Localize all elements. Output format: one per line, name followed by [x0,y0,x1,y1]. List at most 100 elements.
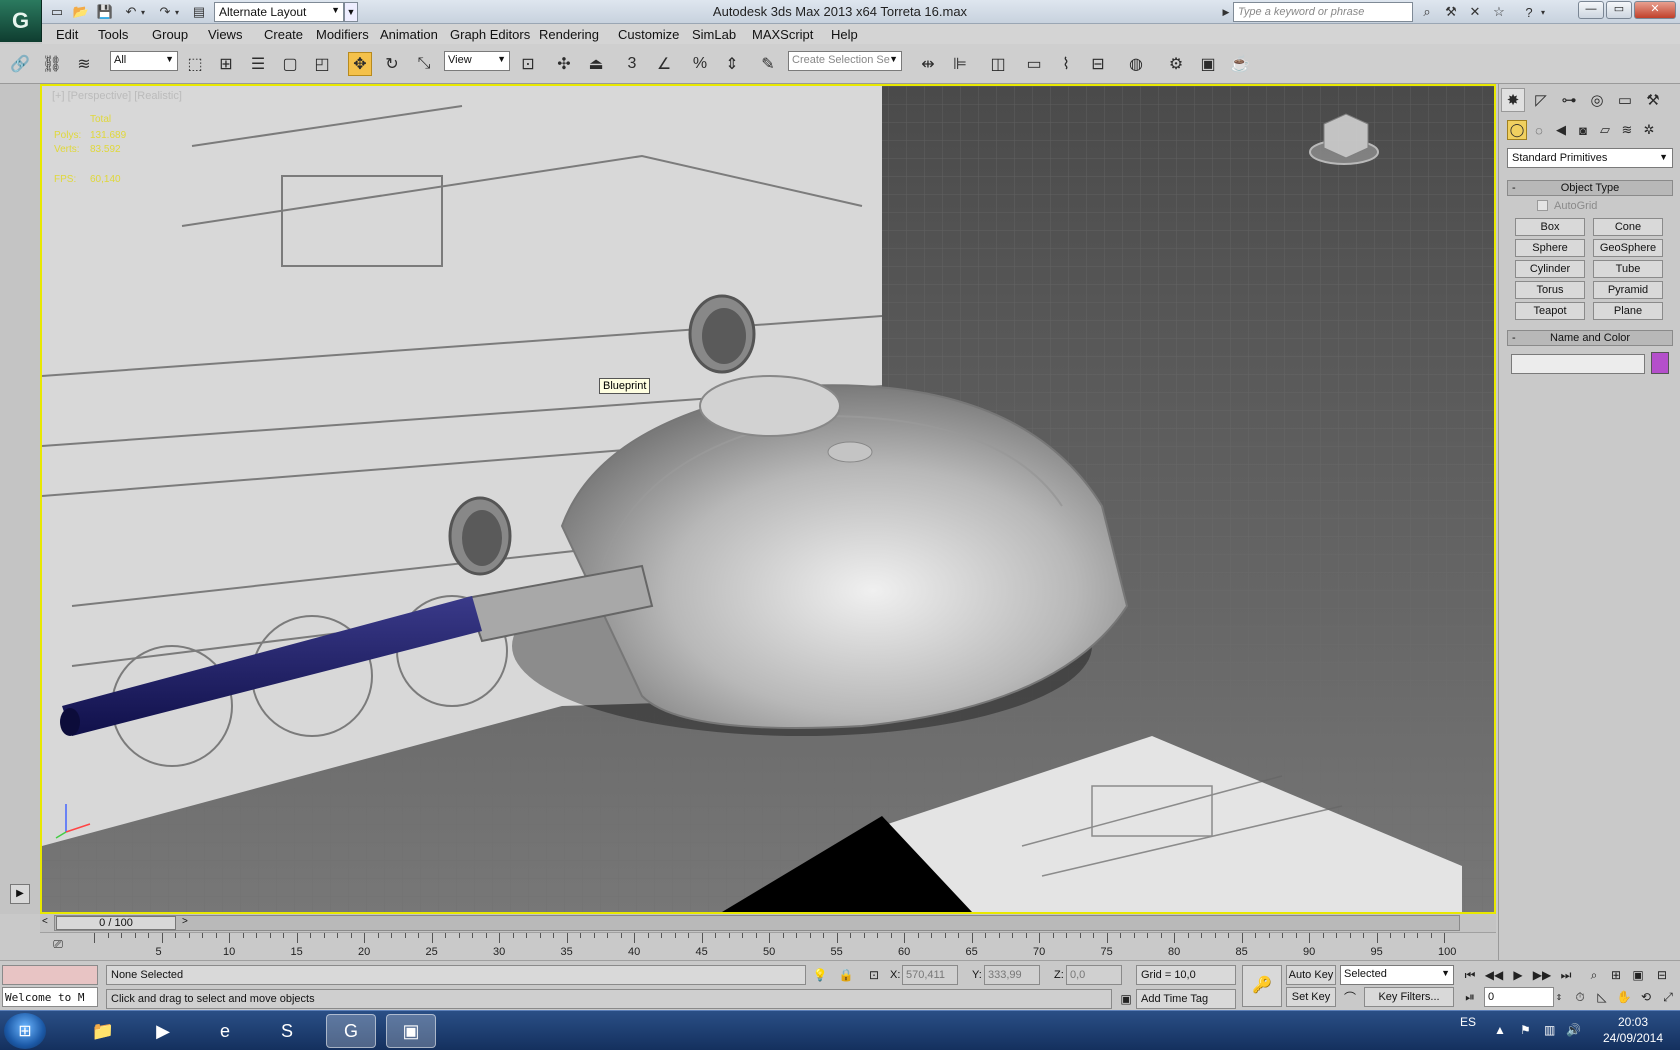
lights-category-icon[interactable]: ◀ [1551,120,1571,140]
minimize-button[interactable]: — [1578,1,1604,19]
communication-center-icon[interactable]: ✕ [1466,3,1484,21]
pyramid-button[interactable]: Pyramid [1593,281,1663,299]
maximize-button[interactable]: ▭ [1606,1,1632,19]
previous-frame-icon[interactable]: ◀◀ [1484,965,1504,985]
menu-group[interactable]: Group [152,27,188,42]
menu-create[interactable]: Create [264,27,303,42]
menu-tools[interactable]: Tools [98,27,128,42]
cameras-category-icon[interactable]: ◙ [1573,120,1593,140]
keyboard-shortcut-override-icon[interactable]: ⏏ [584,52,608,76]
autogrid-checkbox[interactable]: AutoGrid [1537,200,1597,212]
geosphere-button[interactable]: GeoSphere [1593,239,1663,257]
modify-tab-icon[interactable]: ◸ [1529,88,1553,112]
unlink-selection-icon[interactable]: ⛓ [40,52,64,76]
start-button[interactable]: ⊞ [4,1013,46,1049]
create-tab-icon[interactable]: ✸ [1501,88,1525,112]
help-dropdown-icon[interactable]: ▾ [1538,3,1548,21]
binoculars-icon[interactable]: ⌕ [1418,3,1436,21]
subscription-icon[interactable]: ⚒ [1442,3,1460,21]
perspective-viewport[interactable]: [+] [Perspective] [Realistic] Total Poly… [40,84,1496,914]
time-slider-prev-icon[interactable]: < [42,916,48,927]
selection-lock-icon[interactable]: 🔒 [836,965,856,985]
time-slider-thumb[interactable]: 0 / 100 [56,916,176,930]
redo-dropdown-icon[interactable]: ▾ [172,3,182,21]
default-tangents-icon[interactable]: ⌒ [1340,987,1360,1007]
system-clock[interactable]: 20:03 24/09/2014 [1590,1014,1676,1046]
open-file-icon[interactable]: 📂 [72,3,90,21]
time-configuration-icon[interactable]: ⏱ [1570,987,1590,1007]
application-menu-button[interactable]: G [0,0,42,42]
spinner-snap-icon[interactable]: ⇕ [720,52,744,76]
show-hidden-icons-icon[interactable]: ▲ [1494,1023,1506,1037]
viewcube[interactable] [1304,112,1384,168]
select-and-move-icon[interactable]: ✥ [348,52,372,76]
rendered-frame-window-icon[interactable]: ▣ [1196,52,1220,76]
time-slider-next-icon[interactable]: > [182,916,188,927]
torus-button[interactable]: Torus [1515,281,1585,299]
go-to-start-icon[interactable]: ⏮ [1460,965,1480,985]
frame-spinner-icon[interactable]: ⇕ [1554,987,1564,1007]
space-warps-category-icon[interactable]: ≋ [1617,120,1637,140]
viewport-label[interactable]: [+] [Perspective] [Realistic] [52,90,182,102]
menu-help[interactable]: Help [831,27,858,42]
selection-region-icon[interactable]: ☰ [246,52,270,76]
next-frame-icon[interactable]: ▶▶ [1532,965,1552,985]
z-coordinate-input[interactable]: 0,0 [1066,965,1122,985]
motion-tab-icon[interactable]: ◎ [1585,88,1609,112]
maximize-viewport-icon[interactable]: ⤢ [1658,987,1678,1007]
window-crossing-icon[interactable]: ◰ [310,52,334,76]
select-and-link-icon[interactable]: 🔗 [8,52,32,76]
help-icon[interactable]: ? [1520,3,1538,21]
quick-access-dropdown-icon[interactable]: ▼ [344,2,358,22]
zoom-all-icon[interactable]: ⊞ [1606,965,1626,985]
go-to-end-icon[interactable]: ⏭ [1556,965,1576,985]
display-tab-icon[interactable]: ▭ [1613,88,1637,112]
favorites-star-icon[interactable]: ☆ [1490,3,1508,21]
teapot-button[interactable]: Teapot [1515,302,1585,320]
select-and-scale-icon[interactable]: ⤡ [412,52,436,76]
object-color-swatch[interactable] [1651,352,1669,374]
set-keys-key-icon[interactable]: 🔑 [1242,965,1282,1007]
geometry-category-icon[interactable]: ◯ [1507,120,1527,140]
network-icon[interactable]: ▥ [1544,1023,1555,1037]
zoom-extents-icon[interactable]: ▣ [1628,965,1648,985]
undo-dropdown-icon[interactable]: ▾ [138,3,148,21]
taskbar-skype-icon[interactable]: S [262,1014,312,1048]
object-type-rollout[interactable]: - Object Type [1507,180,1673,196]
menu-customize[interactable]: Customize [618,27,679,42]
volume-icon[interactable]: 🔊 [1566,1023,1581,1037]
taskbar-3dsmax-icon[interactable]: G [326,1014,376,1048]
isolate-selection-icon[interactable]: 💡 [810,965,830,985]
rectangular-selection-icon[interactable]: ▢ [278,52,302,76]
box-button[interactable]: Box [1515,218,1585,236]
menu-edit[interactable]: Edit [56,27,78,42]
key-mode-select[interactable]: Selected ▼ [1340,965,1454,985]
render-production-icon[interactable]: ☕ [1228,52,1252,76]
menu-animation[interactable]: Animation [380,27,438,42]
angle-snap-icon[interactable]: ∠ [652,52,676,76]
reference-coordinate-select[interactable]: View ▼ [444,51,510,71]
plane-button[interactable]: Plane [1593,302,1663,320]
menu-graph-editors[interactable]: Graph Editors [450,27,530,42]
object-category-select[interactable]: Standard Primitives ▼ [1507,148,1673,168]
snaps-toggle-icon[interactable]: 3 [620,52,644,76]
maxscript-listener-input[interactable]: Welcome to M [2,987,98,1007]
auto-key-button[interactable]: Auto Key [1286,965,1336,985]
schematic-view-icon[interactable]: ⊟ [1086,52,1110,76]
helpers-category-icon[interactable]: ▱ [1595,120,1615,140]
orbit-icon[interactable]: ⟲ [1636,987,1656,1007]
curve-editor-mini-icon[interactable]: ⎚ [46,937,70,955]
language-indicator[interactable]: ES [1460,1015,1476,1029]
time-tag-icon[interactable]: ▣ [1116,989,1136,1009]
curve-editor-icon[interactable]: ⌇ [1054,52,1078,76]
pivot-point-center-icon[interactable]: ⊡ [516,52,540,76]
taskbar-internet-explorer-icon[interactable]: e [200,1014,250,1048]
maxscript-listener-output[interactable] [2,965,98,985]
key-mode-toggle-icon[interactable]: ⏯ [1460,987,1480,1007]
expand-search-icon[interactable]: ▶ [1220,3,1232,21]
layer-manager-icon[interactable]: ◫ [986,52,1010,76]
select-by-name-icon[interactable]: ⊞ [214,52,238,76]
align-icon[interactable]: ⊫ [948,52,972,76]
field-of-view-icon[interactable]: ◺ [1592,987,1612,1007]
systems-category-icon[interactable]: ✲ [1639,120,1659,140]
